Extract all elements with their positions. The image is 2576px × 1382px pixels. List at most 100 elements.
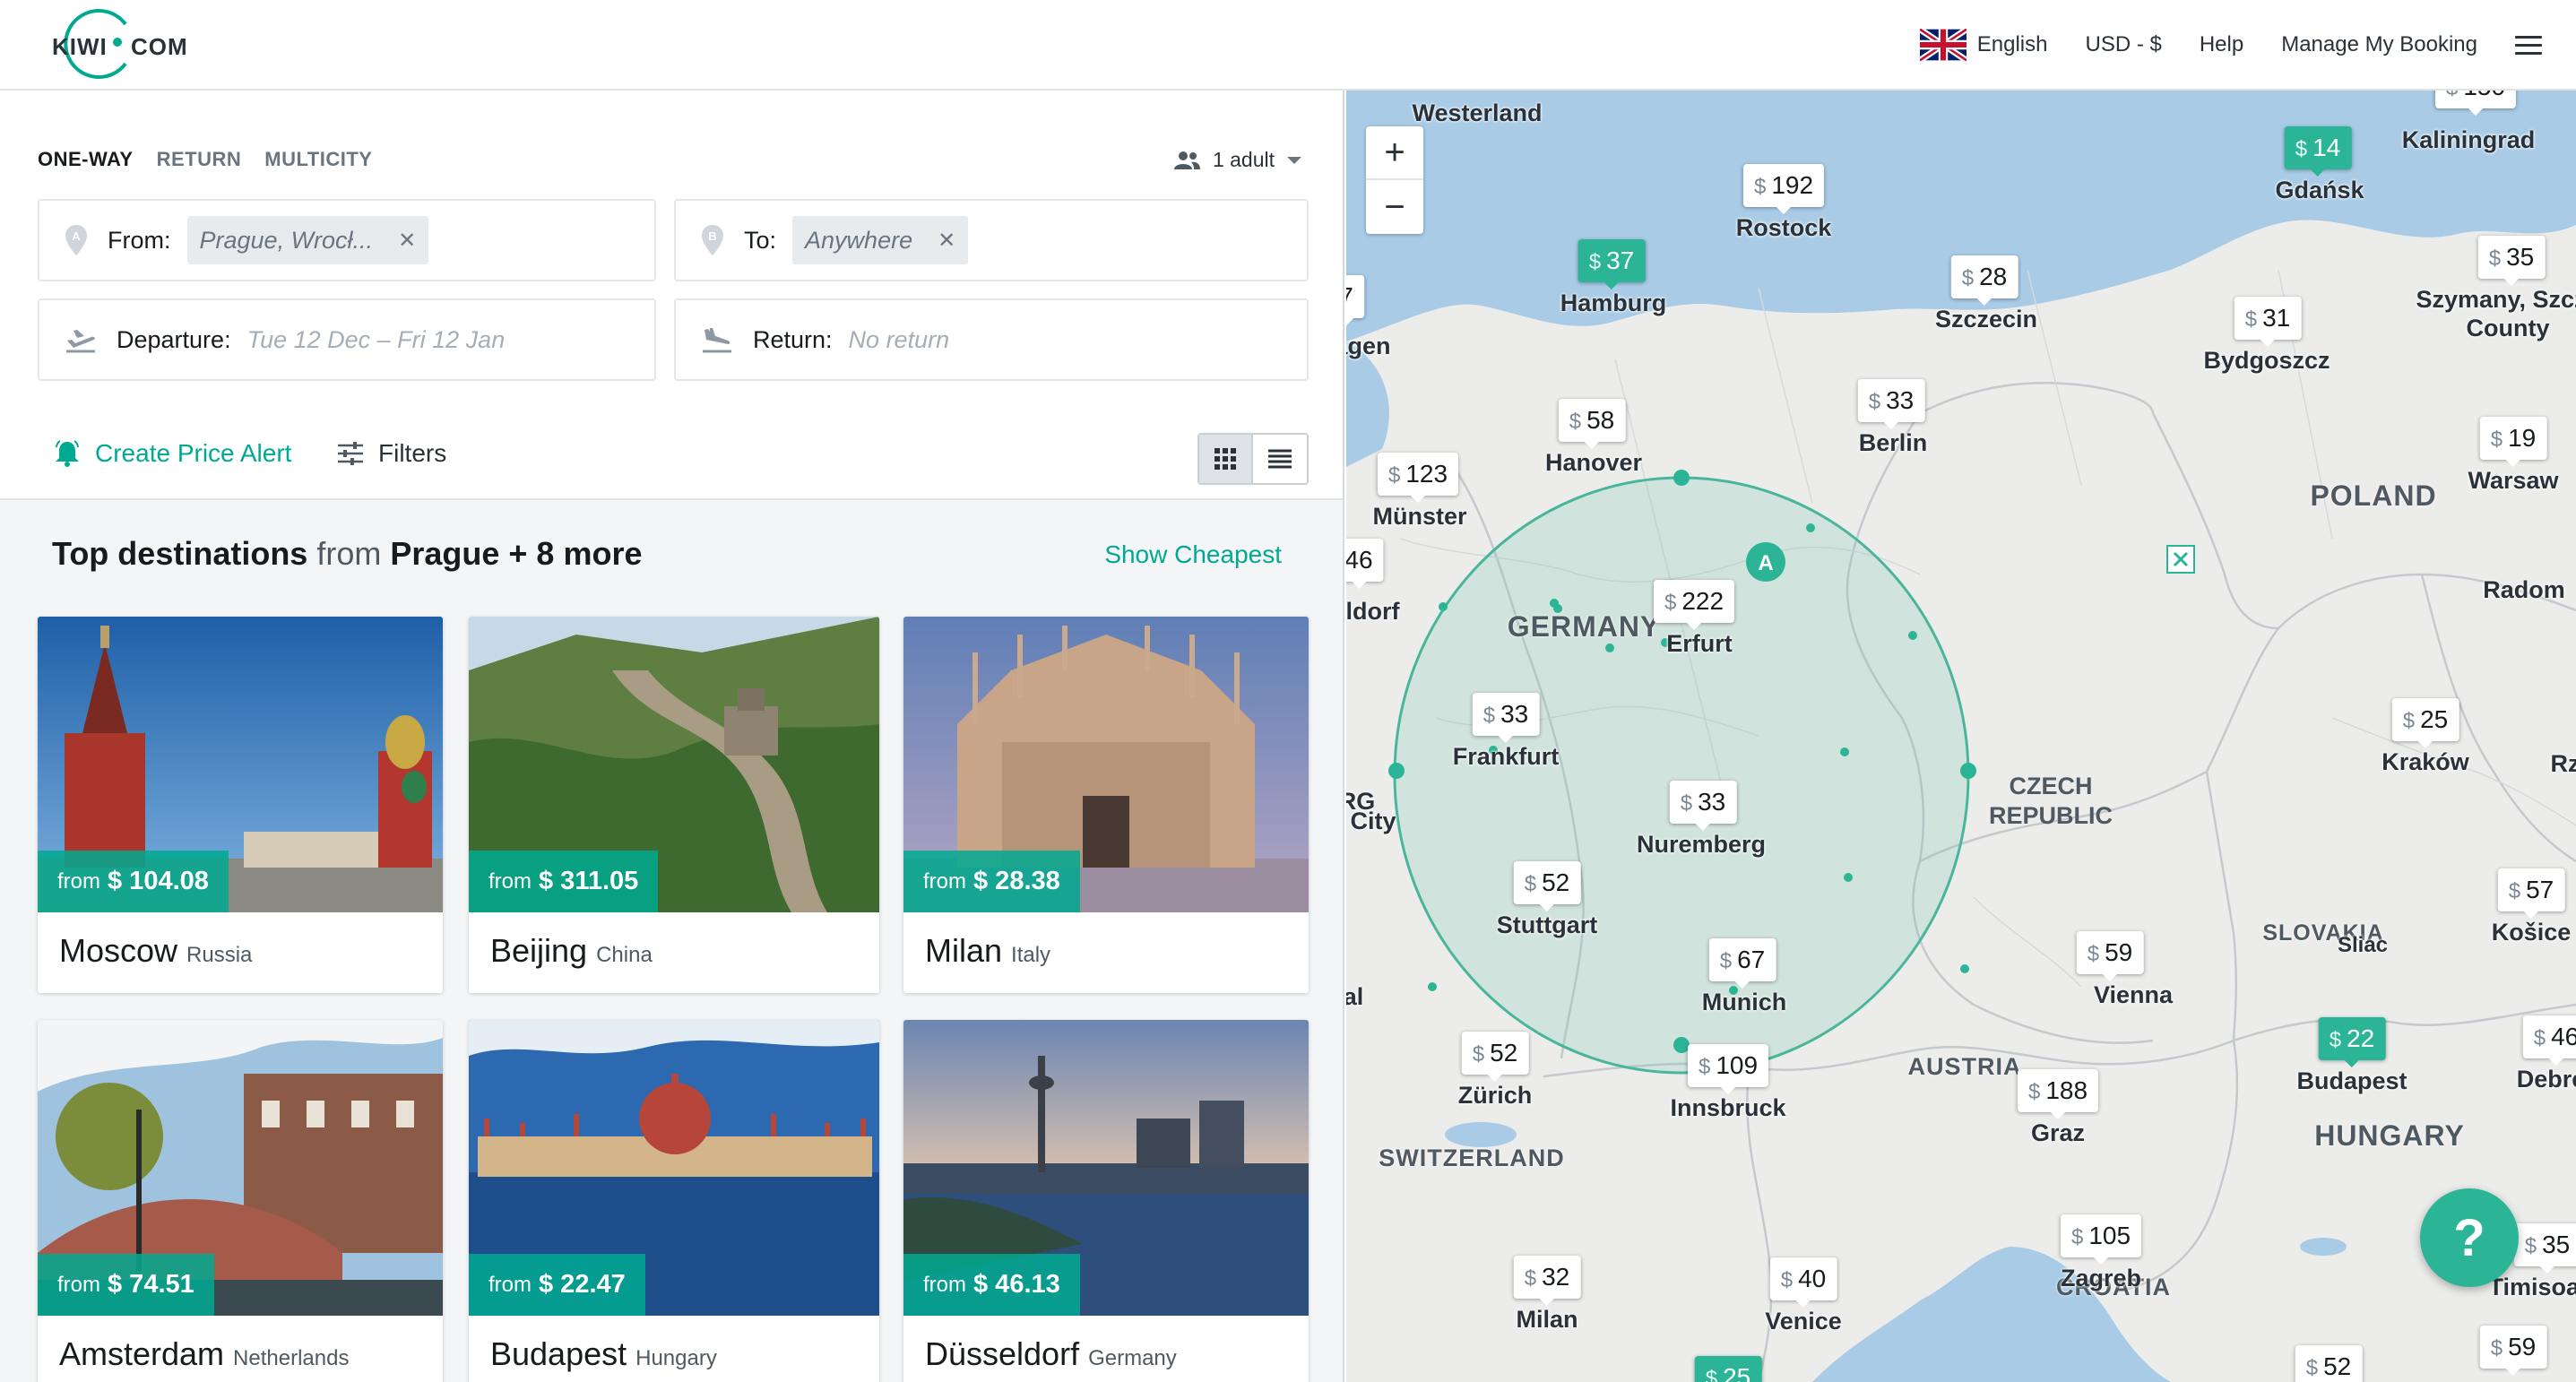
city-label: Venice — [1765, 1308, 1842, 1334]
remove-to-icon[interactable]: ✕ — [938, 228, 955, 254]
results-panel: ONE-WAY RETURN MULTICITY 1 adult A From:… — [0, 91, 1344, 1382]
country-label: POLAND — [2310, 479, 2437, 512]
tab-one-way[interactable]: ONE-WAY — [38, 148, 134, 171]
price-pin[interactable]: $52 — [1513, 861, 1581, 911]
zoom-out-button[interactable]: − — [1366, 180, 1423, 234]
price-pin[interactable]: $33 — [1857, 379, 1925, 429]
price-value: $ 74.51 — [108, 1270, 194, 1299]
price-pin[interactable]: $67 — [1708, 938, 1776, 989]
tab-multicity[interactable]: MULTICITY — [264, 148, 372, 171]
price-value: $ 104.08 — [108, 867, 209, 895]
price-pin[interactable]: $59 — [2479, 1326, 2547, 1376]
heading-prefix: Top destinations — [52, 535, 308, 572]
price-pin[interactable]: 7 — [1346, 275, 1364, 325]
price-pin[interactable]: $25 — [2391, 698, 2459, 748]
destination-card[interactable]: from $ 28.38 Milan Italy — [903, 617, 1309, 993]
city-label: Innsbruck — [1670, 1094, 1786, 1121]
currency-selector[interactable]: USD - $ — [2085, 32, 2161, 57]
pin-a-icon: A — [65, 225, 87, 255]
help-button[interactable]: ? — [2420, 1188, 2519, 1287]
price-pin[interactable]: $35 — [2477, 236, 2546, 286]
price-pin[interactable]: $46 — [2522, 1015, 2576, 1066]
price-tag: from $ 46.13 — [903, 1254, 1080, 1316]
to-chip[interactable]: Anywhere ✕ — [792, 216, 969, 264]
destination-card[interactable]: from $ 22.47 Budapest Hungary — [469, 1020, 879, 1382]
zoom-in-button[interactable]: + — [1366, 126, 1423, 180]
price-pin[interactable]: $32 — [1513, 1256, 1581, 1306]
view-toggle — [1197, 433, 1309, 485]
city-label: Debre — [2516, 1066, 2576, 1093]
price-pin[interactable]: $59 — [2076, 931, 2144, 981]
card-title: Milan Italy — [925, 932, 1050, 970]
price-pin[interactable]: $52 — [1461, 1032, 1529, 1082]
price-pin[interactable]: $52 — [2295, 1345, 2363, 1382]
price-pin[interactable]: $105 — [2060, 1214, 2142, 1265]
price-pin[interactable]: $40 — [1769, 1257, 1837, 1308]
price-pin[interactable]: $25 — [1694, 1356, 1762, 1382]
passengers-dropdown[interactable]: 1 adult — [1173, 148, 1301, 172]
destination-card[interactable]: from $ 311.05 Beijing China — [469, 617, 879, 993]
card-city: Beijing — [490, 932, 588, 969]
return-field[interactable]: Return: No return — [674, 298, 1309, 381]
card-title: Moscow Russia — [59, 932, 252, 970]
show-cheapest-link[interactable]: Show Cheapest — [1104, 540, 1282, 569]
destination-card[interactable]: from $ 46.13 Düsseldorf Germany — [903, 1020, 1309, 1382]
city-label: Münster — [1372, 503, 1467, 530]
card-city: Moscow — [59, 932, 178, 969]
city-label: Rostock — [1735, 214, 1832, 241]
from-field[interactable]: A From: Prague, Wrocł... ✕ — [38, 199, 656, 281]
grid-icon — [1215, 448, 1236, 470]
price-pin[interactable]: $57 — [2497, 868, 2565, 919]
card-country: Italy — [1011, 943, 1051, 967]
city-label: Rz — [2550, 750, 2576, 777]
price-pin[interactable]: $28 — [1950, 255, 2018, 306]
to-field[interactable]: B To: Anywhere ✕ — [674, 199, 1309, 281]
price-pin[interactable]: $37 — [1578, 239, 1646, 289]
tab-return[interactable]: RETURN — [157, 148, 242, 171]
price-pin[interactable]: $19 — [2479, 417, 2547, 467]
manage-booking-link[interactable]: Manage My Booking — [2281, 32, 2477, 57]
svg-text:B: B — [708, 229, 716, 243]
price-pin[interactable]: $14 — [2284, 126, 2352, 177]
price-pin[interactable]: $123 — [1377, 453, 1459, 503]
svg-text:A: A — [72, 229, 81, 243]
menu-icon[interactable] — [2515, 35, 2542, 55]
card-title: Amsterdam Netherlands — [59, 1335, 349, 1373]
landing-icon — [703, 328, 731, 353]
return-value: No return — [848, 325, 950, 353]
price-pin[interactable]: $58 — [1558, 399, 1626, 449]
passengers-label: 1 adult — [1212, 148, 1275, 171]
language-selector[interactable]: English — [1919, 29, 2047, 61]
create-price-alert-button[interactable]: Create Price Alert — [54, 439, 291, 468]
list-icon — [1268, 449, 1292, 469]
destination-map[interactable]: A + − GERMANY POLAND AUSTRIA HUNGARY SWI… — [1346, 91, 2576, 1382]
list-view-button[interactable] — [1253, 435, 1307, 483]
price-pin[interactable]: 46 — [1346, 539, 1384, 589]
price-pin[interactable]: $222 — [1653, 580, 1735, 630]
departure-field[interactable]: Departure: Tue 12 Dec – Fri 12 Jan — [38, 298, 656, 381]
radius-anchor-marker: A — [1746, 542, 1785, 582]
price-pin[interactable]: $33 — [1669, 781, 1737, 831]
grid-view-button[interactable] — [1199, 435, 1253, 483]
price-pin[interactable]: $150 — [2434, 91, 2517, 116]
search-form: ONE-WAY RETURN MULTICITY 1 adult A From:… — [0, 91, 1343, 500]
remove-from-icon[interactable]: ✕ — [398, 228, 416, 254]
city-label: al — [1346, 983, 1364, 1010]
price-value: $ 28.38 — [973, 867, 1060, 895]
price-pin[interactable]: $192 — [1742, 164, 1825, 214]
from-chip[interactable]: Prague, Wrocł... ✕ — [186, 216, 429, 264]
price-pin[interactable]: $31 — [2234, 297, 2302, 347]
city-label: Berlin — [1858, 429, 1928, 456]
price-pin[interactable]: $35 — [2513, 1223, 2576, 1274]
destination-card[interactable]: from $ 104.08 Moscow Russia — [38, 617, 443, 993]
price-pin[interactable]: $22 — [2318, 1017, 2386, 1067]
filters-button[interactable]: Filters — [337, 439, 446, 468]
help-link[interactable]: Help — [2200, 32, 2243, 57]
city-label: Munich — [1701, 989, 1787, 1015]
price-pin[interactable]: $33 — [1472, 693, 1540, 743]
price-pin[interactable]: $188 — [2017, 1069, 2099, 1119]
city-label: Kaliningrad — [2401, 126, 2536, 153]
destination-card[interactable]: from $ 74.51 Amsterdam Netherlands — [38, 1020, 443, 1382]
price-pin[interactable]: $109 — [1687, 1044, 1769, 1094]
price-prefix: from — [488, 1272, 532, 1297]
